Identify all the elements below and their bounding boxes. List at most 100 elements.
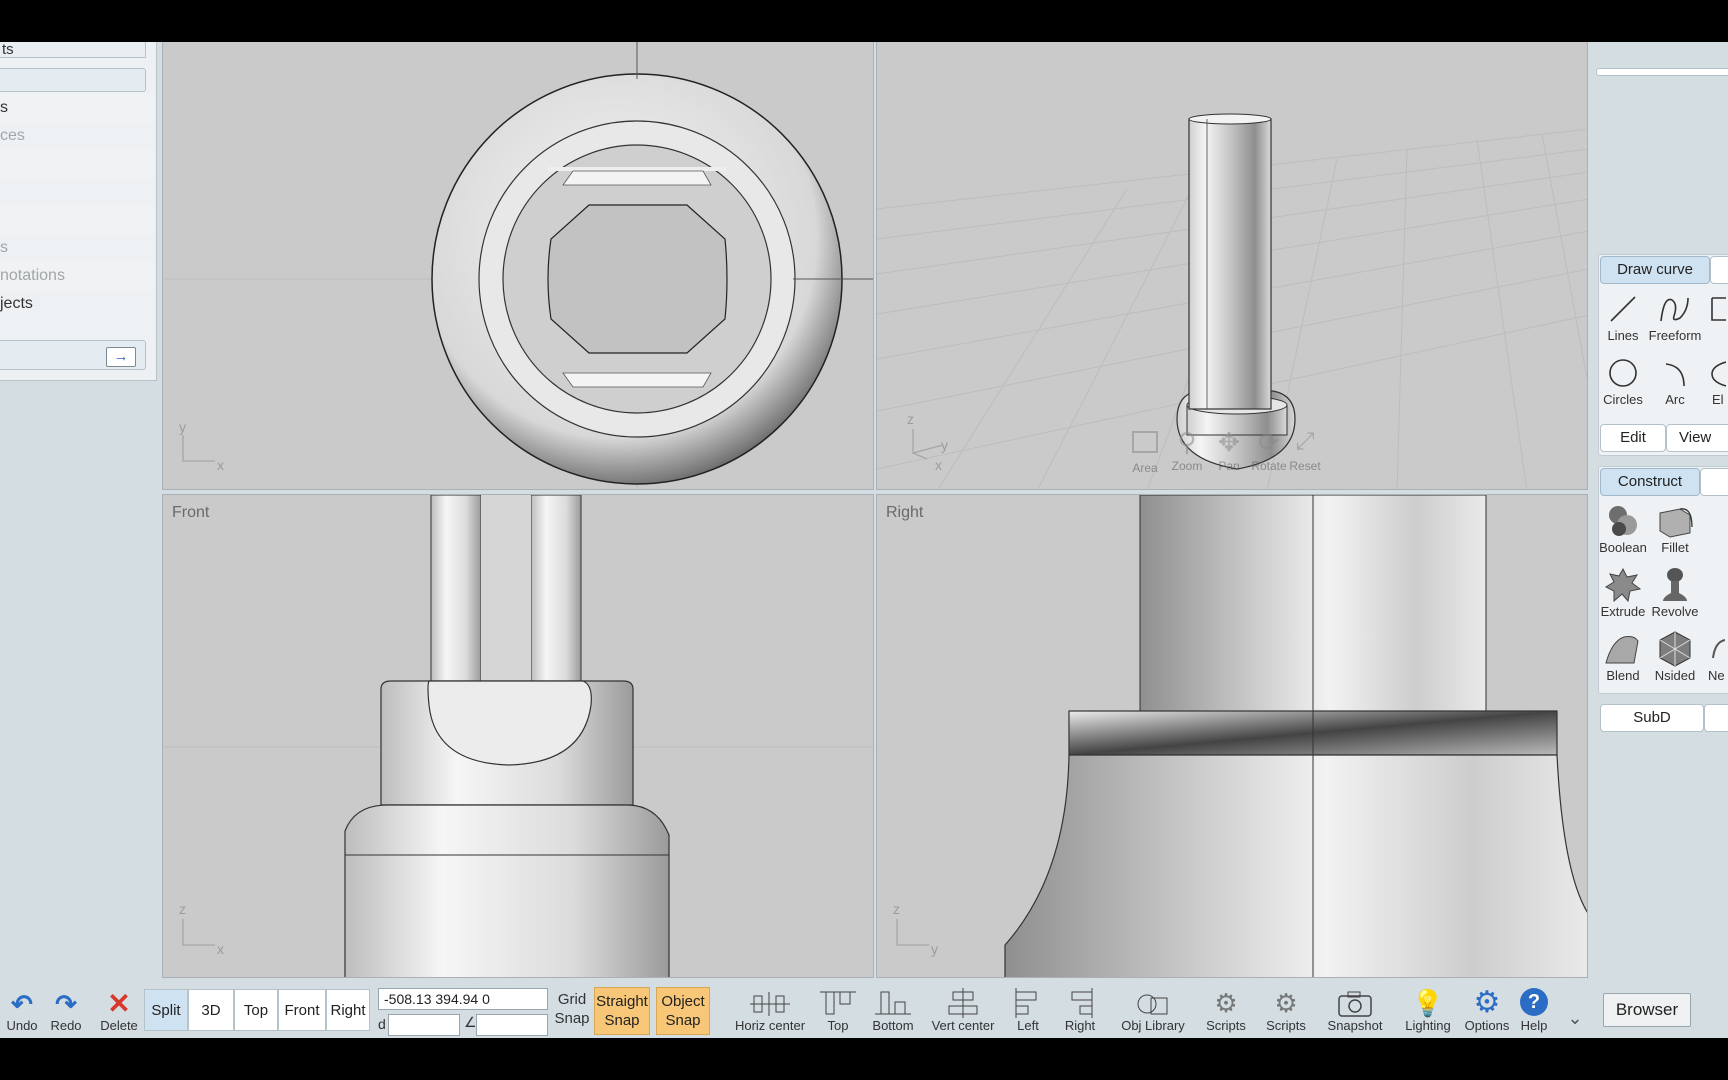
tab-view[interactable]: View [1666,424,1728,452]
revolve-icon [1663,568,1687,601]
revolve-tool[interactable]: Revolve [1646,566,1704,628]
tab-draw-more[interactable] [1710,256,1728,284]
circles-tool[interactable]: Circles [1594,354,1652,416]
chevron-down-icon[interactable]: ⌄ [1560,1008,1590,1029]
straight-snap-button[interactable]: Straight Snap [594,987,650,1035]
coordinate-field[interactable]: -508.13 394.94 0 [378,988,548,1010]
redo-button[interactable]: ↷ Redo [48,990,84,1033]
tab-edit[interactable]: Edit [1600,424,1666,452]
magnifier-icon: ⚲ [1177,427,1197,457]
list-item[interactable] [0,206,154,234]
undo-icon: ↶ [11,989,33,1019]
rectangle-icon [1711,297,1726,321]
boolean-tool[interactable]: Boolean [1594,502,1652,564]
viewport-front[interactable]: Front z x [162,494,874,978]
nsided-tool[interactable]: Nsided [1646,630,1704,692]
horiz-center-button[interactable]: Horiz center [732,988,808,1033]
vert-center-button[interactable]: Vert center [928,988,998,1033]
list-item[interactable]: s [0,234,154,262]
right-panel: Draw curve Lines Freeform Circles Arc El… [1594,42,1728,1038]
axis-z-label: z [893,901,900,917]
freeform-tool[interactable]: Freeform [1646,290,1704,352]
snapshot-button[interactable]: Snapshot [1322,988,1388,1033]
grid-snap-button[interactable]: Grid Snap [552,990,592,1028]
extrude-tool[interactable]: Extrude [1594,566,1652,628]
list-item[interactable] [0,178,154,206]
pan-arrows-icon: ✥ [1218,427,1240,457]
tab-subd[interactable]: SubD [1600,704,1704,732]
lighting-button[interactable]: 💡 Lighting [1398,988,1458,1033]
blend-tool[interactable]: Blend [1594,630,1652,692]
area-button[interactable]: Area [1125,425,1165,475]
scripts-button[interactable]: ⚙ Scripts [1200,988,1252,1033]
list-item[interactable]: jects [0,290,154,318]
align-left-button[interactable]: Left [1008,988,1048,1033]
undo-button[interactable]: ↶ Undo [4,990,40,1033]
view-mode-3d[interactable]: 3D [188,989,234,1031]
lines-tool[interactable]: Lines [1594,290,1652,352]
rotate-button[interactable]: ⟳ Rotate [1249,425,1289,473]
axis-gizmo [912,429,944,460]
object-snap-button[interactable]: Object Snap [656,987,710,1035]
rectangle-tool[interactable] [1704,290,1728,352]
arrow-right-icon[interactable]: → [106,347,136,367]
options-button[interactable]: ⚙ Options [1462,988,1512,1034]
gears-icon: ⚙ [1274,988,1298,1018]
viewport-top[interactable]: y x [162,42,874,490]
perspective-view-model [877,113,1587,489]
tab-subd-more[interactable] [1704,704,1728,732]
angle-label: ∠ [464,1014,477,1030]
nsided-icon [1659,631,1691,667]
viewport-3d[interactable]: z y x Area ⚲ Zoom ✥ Pan ⟳ Rotate ⤢ Reset [876,42,1588,490]
align-right-button[interactable]: Right [1060,988,1100,1033]
arc-tool[interactable]: Arc [1646,354,1704,416]
tab-construct[interactable]: Construct [1600,468,1700,496]
left-panel: ts s ces s notations jects → [0,42,157,381]
tab-construct-more[interactable] [1700,468,1728,496]
tab-draw-curve[interactable]: Draw curve [1600,256,1710,284]
view-mode-top[interactable]: Top [234,989,278,1031]
front-view-model [163,495,873,977]
scripts-button-2[interactable]: ⚙ Scripts [1260,988,1312,1033]
list-item[interactable] [0,150,154,178]
axis-gizmo [182,435,215,462]
list-item[interactable]: ces [0,122,154,150]
axis-gizmo [182,919,215,946]
right-panel-scrollbar[interactable] [1596,68,1728,76]
reset-button[interactable]: ⤢ Reset [1285,425,1325,473]
align-left-icon [1015,988,1037,1018]
help-button[interactable]: ? Help [1514,988,1554,1033]
zoom-button[interactable]: ⚲ Zoom [1167,425,1207,473]
align-bottom-button[interactable]: Bottom [868,988,918,1033]
axis-z-label: z [179,901,186,917]
left-panel-tab-label: ts [2,42,14,58]
left-panel-tab[interactable]: ts [0,42,146,58]
rotate-icon: ⟳ [1258,427,1280,457]
reset-fullscreen-icon: ⤢ [1295,428,1315,455]
obj-library-button[interactable]: Obj Library [1116,988,1190,1033]
pan-button[interactable]: ✥ Pan [1209,425,1249,473]
axis-z-label: z [907,411,914,427]
gears-icon: ⚙ [1214,988,1238,1018]
align-top-button[interactable]: Top [818,988,858,1033]
network-tool[interactable]: Ne [1702,630,1728,692]
help-icon: ? [1520,988,1548,1016]
list-item[interactable]: s [0,94,154,122]
arc-icon [1665,363,1685,387]
delete-button[interactable]: ✕ Delete [96,990,142,1034]
left-panel-search[interactable] [0,68,146,92]
view-mode-front[interactable]: Front [278,989,326,1031]
fillet-tool[interactable]: Fillet [1646,502,1704,564]
list-item[interactable]: notations [0,262,154,290]
browser-button[interactable]: Browser [1603,993,1691,1027]
ellipse-tool[interactable]: El [1704,354,1728,416]
distance-input[interactable] [388,1014,460,1036]
view-mode-split[interactable]: Split [144,989,188,1031]
angle-input[interactable] [476,1014,548,1036]
right-view-model [1004,495,1587,977]
align-right-icon [1071,988,1093,1018]
viewport-label-right: Right [886,504,924,521]
view-mode-right[interactable]: Right [326,989,370,1031]
viewport-nav-tools: Area ⚲ Zoom ✥ Pan ⟳ Rotate ⤢ Reset [1125,425,1321,485]
viewport-right[interactable]: Right z y [876,494,1588,978]
